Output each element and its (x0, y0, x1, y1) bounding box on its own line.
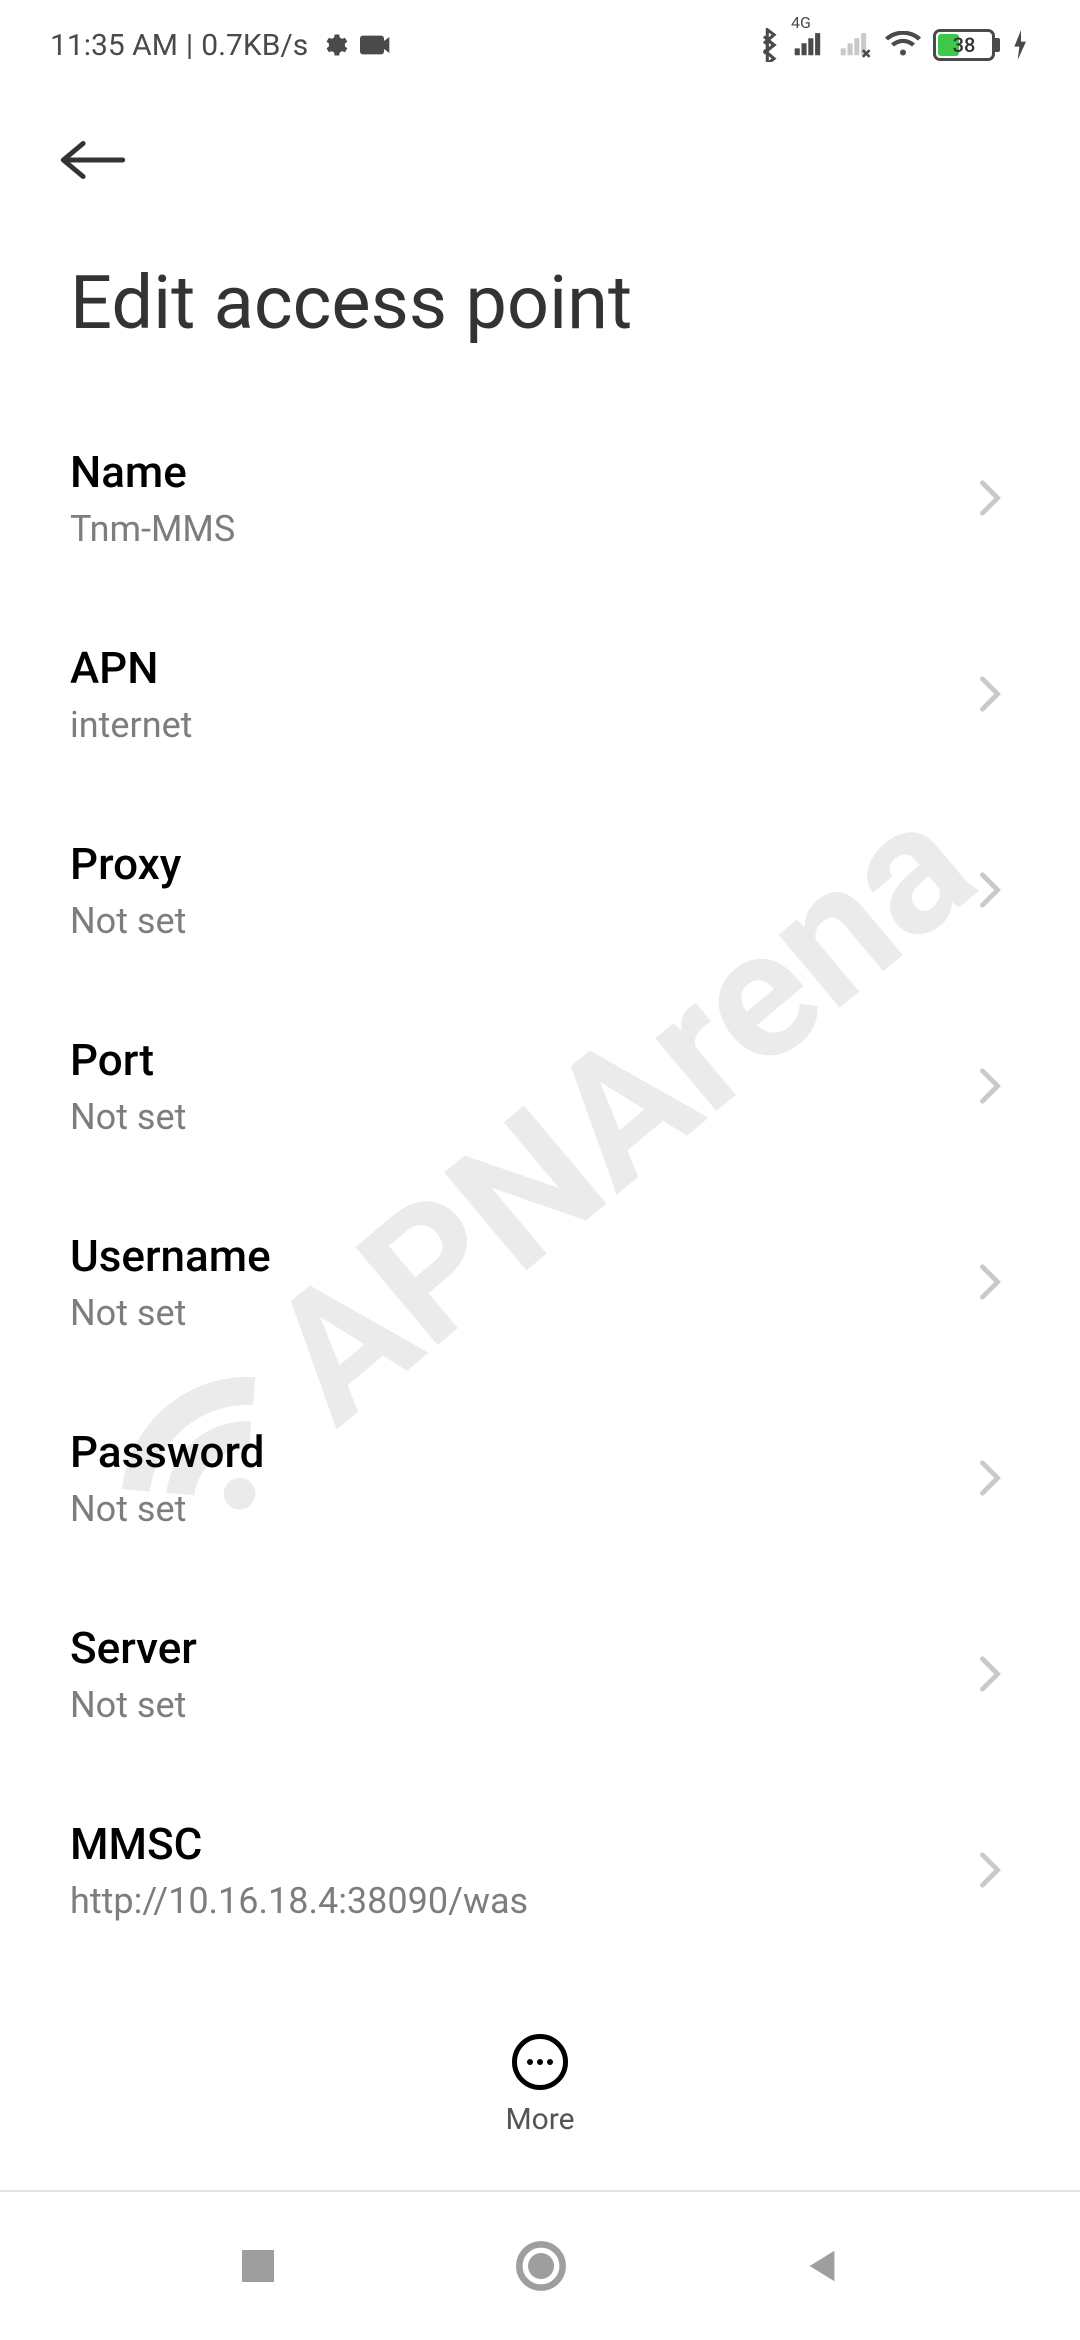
setting-label: Name (70, 446, 970, 498)
setting-value: internet (70, 704, 970, 746)
status-net-speed: 0.7KB/s (201, 28, 308, 63)
page-title: Edit access point (0, 200, 1080, 400)
chevron-right-icon (970, 871, 1010, 909)
camera-icon (360, 33, 392, 57)
setting-label: Proxy (70, 838, 970, 890)
setting-item-mms-proxy[interactable]: MMS proxy 10.16.18.77 (0, 1968, 1080, 2000)
setting-item-proxy[interactable]: Proxy Not set (0, 792, 1080, 988)
setting-label: Port (70, 1034, 970, 1086)
chevron-right-icon (970, 1655, 1010, 1693)
setting-label: MMSC (70, 1818, 970, 1870)
status-bar: 11:35 AM | 0.7KB/s 4G 38 (0, 0, 1080, 90)
chevron-right-icon (970, 1851, 1010, 1889)
setting-value: Not set (70, 1488, 970, 1530)
chevron-right-icon (970, 675, 1010, 713)
setting-item-port[interactable]: Port Not set (0, 988, 1080, 1184)
gear-icon (320, 31, 348, 59)
setting-label: Server (70, 1622, 970, 1674)
android-nav-bar (0, 2190, 1080, 2340)
nav-home-button[interactable] (515, 2240, 567, 2292)
triangle-left-icon (804, 2247, 842, 2285)
nav-recents-button[interactable] (238, 2246, 278, 2286)
setting-label: Username (70, 1230, 970, 1282)
setting-item-apn[interactable]: APN internet (0, 596, 1080, 792)
setting-value: Not set (70, 1684, 970, 1726)
back-button[interactable] (60, 120, 140, 200)
charging-icon (1012, 30, 1030, 60)
more-icon (512, 2034, 568, 2090)
square-icon (238, 2246, 278, 2286)
arrow-left-icon (60, 137, 126, 183)
chevron-right-icon (970, 1263, 1010, 1301)
chevron-right-icon (970, 1459, 1010, 1497)
setting-value: http://10.16.18.4:38090/was (70, 1880, 970, 1922)
status-time: 11:35 AM (50, 28, 178, 63)
setting-value: Not set (70, 1096, 970, 1138)
settings-list: Name Tnm-MMS APN internet Proxy (0, 400, 1080, 2000)
setting-item-password[interactable]: Password Not set (0, 1380, 1080, 1576)
setting-value: Tnm-MMS (70, 508, 970, 550)
setting-value: Not set (70, 900, 970, 942)
nav-back-button[interactable] (804, 2247, 842, 2285)
app-bar (0, 90, 1080, 200)
setting-value: Not set (70, 1292, 970, 1334)
signal-primary-icon: 4G (793, 31, 827, 59)
circle-icon (515, 2240, 567, 2292)
setting-item-mmsc[interactable]: MMSC http://10.16.18.4:38090/was (0, 1772, 1080, 1968)
status-left: 11:35 AM | 0.7KB/s (50, 28, 392, 63)
setting-item-username[interactable]: Username Not set (0, 1184, 1080, 1380)
setting-item-server[interactable]: Server Not set (0, 1576, 1080, 1772)
setting-item-name[interactable]: Name Tnm-MMS (0, 400, 1080, 596)
more-label: More (505, 2102, 574, 2137)
more-button[interactable]: More (0, 1990, 1080, 2180)
chevron-right-icon (970, 479, 1010, 517)
wifi-icon (885, 31, 921, 59)
bluetooth-icon (757, 28, 781, 62)
chevron-right-icon (970, 1067, 1010, 1105)
battery-percent: 38 (953, 33, 976, 57)
battery-indicator: 38 (933, 29, 1000, 61)
signal-secondary-icon (839, 31, 873, 59)
setting-label: Password (70, 1426, 970, 1478)
status-right: 4G 38 (757, 28, 1030, 62)
setting-label: APN (70, 642, 970, 694)
